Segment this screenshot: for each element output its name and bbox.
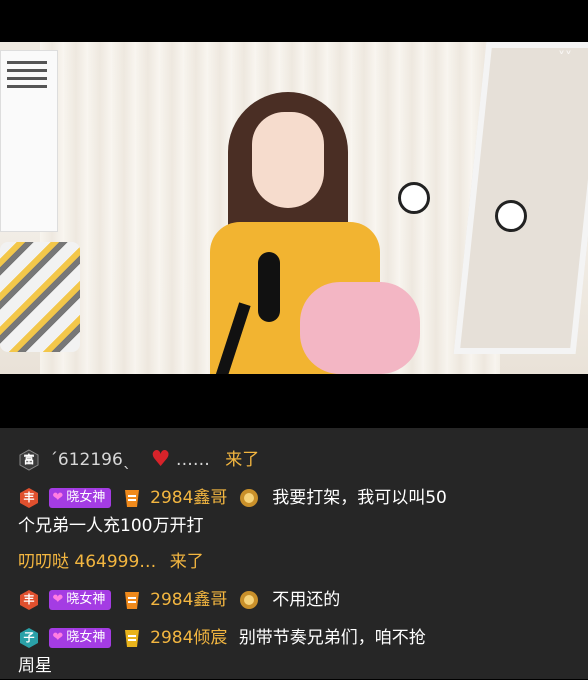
heart-icon: ❤: [52, 630, 64, 645]
chat-message: 丰 ❤ 晓女神 2984鑫哥 不用还的: [18, 586, 570, 614]
user-name[interactable]: 叨叨哒 464999…: [18, 552, 156, 572]
guard-badge: ❤ 晓女神: [49, 628, 112, 648]
fan-name[interactable]: 2984鑫哥: [150, 488, 227, 508]
arrive-text: 来了: [169, 552, 204, 572]
level-badge: 富: [18, 449, 40, 471]
chat-message: 丰 ❤ 晓女神 2984鑫哥 我要打架，我可以叫50: [18, 484, 570, 512]
level-badge: 子: [18, 627, 40, 649]
fan-badge-icon: [123, 589, 141, 611]
fan-name[interactable]: 2984倾宸: [150, 628, 227, 648]
heart-icon: ❤: [52, 592, 64, 607]
message-text: 个兄弟一人充100万开打: [18, 516, 204, 536]
level-badge: 丰: [18, 487, 40, 509]
heart-icon: ♥: [150, 447, 171, 472]
clock-decoration: [398, 182, 430, 214]
fan-name[interactable]: 2984鑫哥: [150, 590, 227, 610]
user-name-suffix: ……: [175, 450, 210, 470]
message-text: 不用还的: [272, 590, 341, 610]
crest-icon: [239, 590, 259, 610]
message-text: 周星: [18, 656, 52, 676]
chat-message: 子 ❤ 晓女神 2984倾宸 别带节奏兄弟们，咱不抢: [18, 624, 570, 652]
clock-decoration: [495, 200, 527, 232]
arrive-text: 来了: [225, 450, 260, 470]
pillow: [0, 242, 80, 352]
top-bar: [0, 0, 588, 42]
streamer-face: [252, 112, 324, 208]
video-letterbox: [0, 374, 588, 428]
fan-badge-icon: [123, 627, 141, 649]
pink-cushion: [300, 282, 420, 374]
user-name[interactable]: ´612196ˎ: [49, 450, 131, 470]
crest-icon: [239, 488, 259, 508]
heart-icon: ❤: [52, 490, 64, 505]
chat-message-continuation: 周星: [18, 652, 570, 680]
chat-message-continuation: 个兄弟一人充100万开打: [18, 512, 570, 540]
level-badge: 丰: [18, 589, 40, 611]
chat-panel[interactable]: 富 ´612196ˎ ♥ …… 来了 丰 ❤ 晓女神 2984鑫哥 我要打架，我可…: [0, 428, 588, 679]
chat-message: 叨叨哒 464999… 来了: [18, 548, 570, 576]
microphone: [258, 252, 280, 322]
collapse-icon[interactable]: ˅˅: [558, 50, 572, 66]
message-text: 我要打架，我可以叫50: [272, 488, 447, 508]
chat-message: 富 ´612196ˎ ♥ …… 来了: [18, 446, 570, 474]
air-conditioner: [0, 50, 58, 232]
fan-badge-icon: [123, 487, 141, 509]
guard-badge: ❤ 晓女神: [49, 590, 112, 610]
guard-badge: ❤ 晓女神: [49, 488, 112, 508]
live-video-player[interactable]: ˅˅: [0, 42, 588, 374]
message-text: 别带节奏兄弟们，咱不抢: [238, 628, 426, 648]
